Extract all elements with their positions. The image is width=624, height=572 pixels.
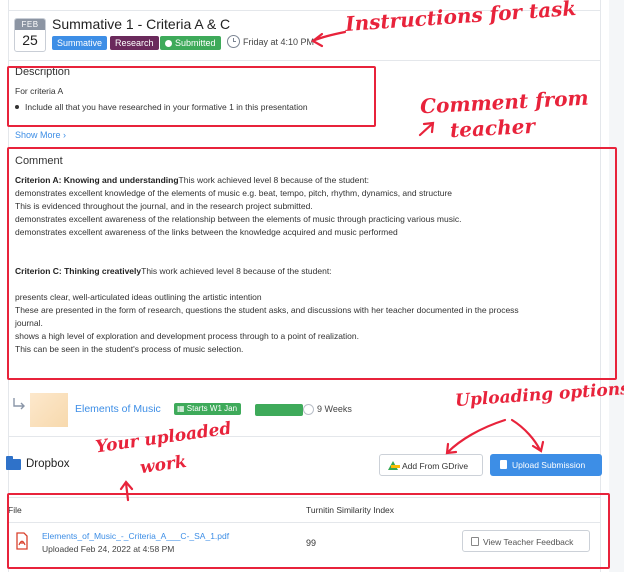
annotation-arrow-upload-right xyxy=(510,418,545,453)
annotation-arrow-uploaded xyxy=(119,480,134,502)
annotation-arrow-instructions xyxy=(311,30,347,48)
annotation-arrows xyxy=(119,30,545,502)
annotation-arrow-upload-left xyxy=(445,418,507,455)
annotation-arrow-comment xyxy=(418,121,435,137)
